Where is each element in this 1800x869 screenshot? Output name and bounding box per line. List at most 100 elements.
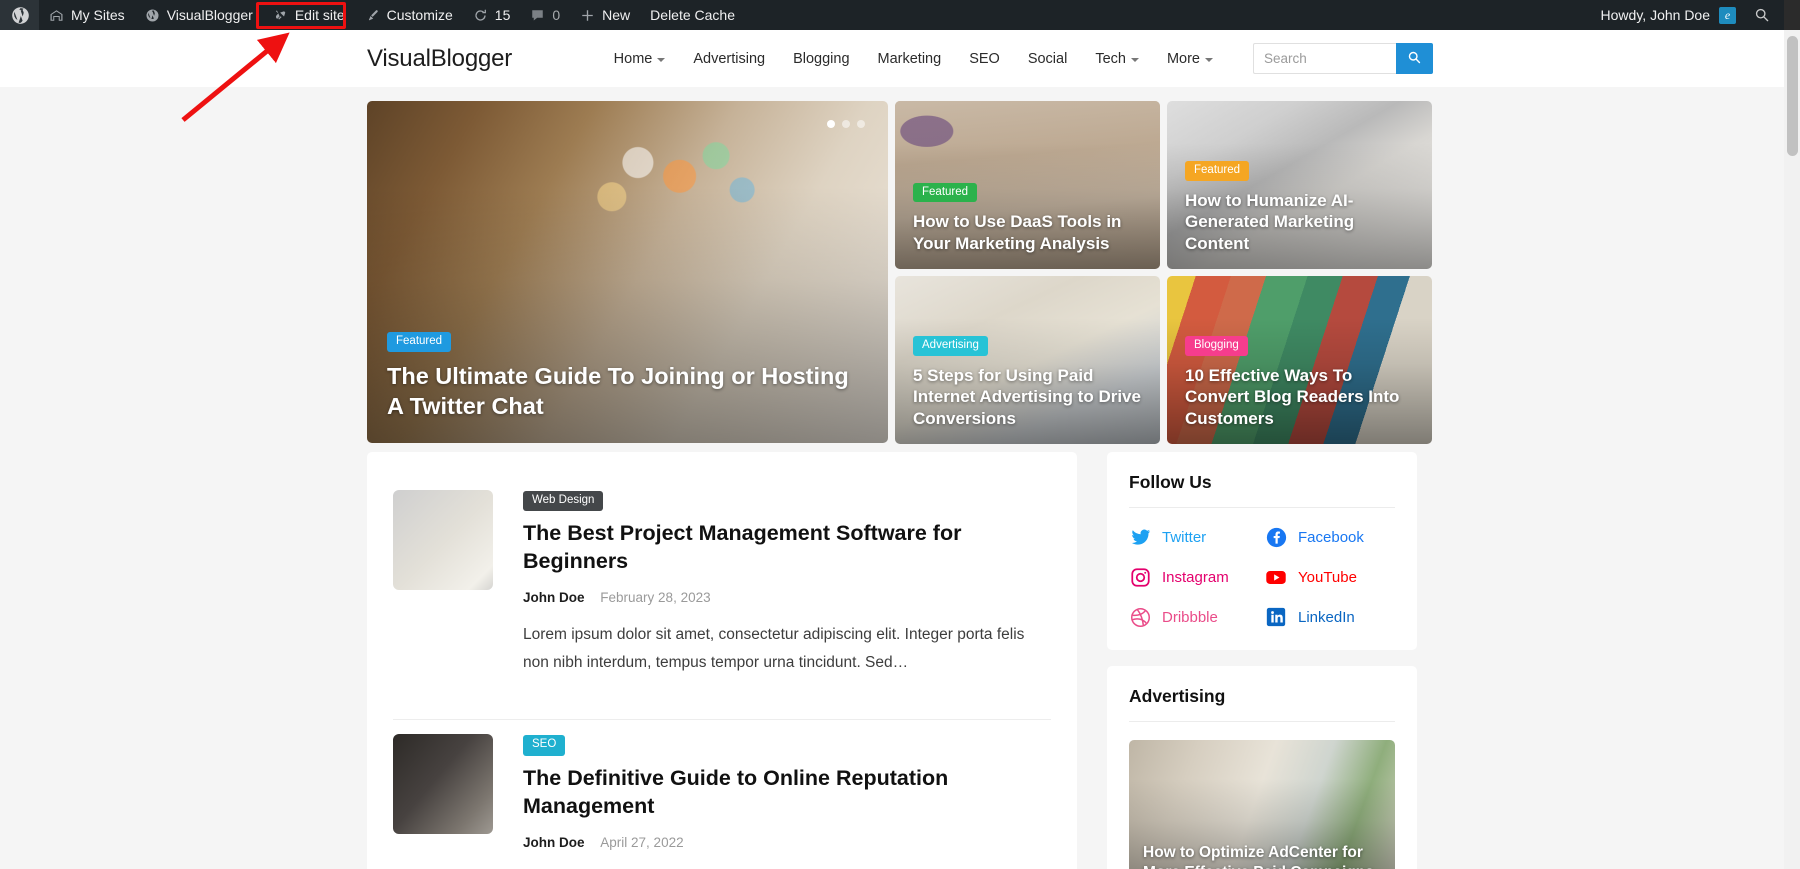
site-icon bbox=[145, 8, 160, 23]
featured-posts-grid: Featured The Ultimate Guide To Joining o… bbox=[367, 101, 1433, 444]
featured-slider-main[interactable]: Featured The Ultimate Guide To Joining o… bbox=[367, 101, 888, 443]
comment-bubble-icon bbox=[530, 8, 545, 23]
admin-bar-right-group: Howdy, John Doe e bbox=[1587, 0, 1800, 30]
badge-blogging[interactable]: Blogging bbox=[1185, 336, 1248, 356]
site-brand[interactable]: VisualBlogger bbox=[367, 45, 512, 73]
admin-bar-my-sites[interactable]: My Sites bbox=[39, 0, 135, 30]
nav-item-home[interactable]: Home bbox=[600, 51, 680, 67]
dribbble-icon bbox=[1129, 606, 1151, 628]
social-link-label: LinkedIn bbox=[1298, 608, 1355, 626]
featured-card-daas[interactable]: Featured How to Use DaaS Tools in Your M… bbox=[895, 101, 1160, 269]
featured-card-title[interactable]: How to Use DaaS Tools in Your Marketing … bbox=[913, 211, 1142, 254]
featured-card-ai-content[interactable]: Featured How to Humanize AI-Generated Ma… bbox=[1167, 101, 1432, 269]
slider-dot-1[interactable] bbox=[827, 120, 835, 128]
header-search bbox=[1253, 43, 1433, 74]
post-thumbnail[interactable] bbox=[393, 734, 493, 835]
chevron-down-icon bbox=[1205, 57, 1213, 62]
social-links: Twitter Facebook Instagram YouTube Dribb… bbox=[1129, 526, 1395, 628]
nav-item-social[interactable]: Social bbox=[1014, 51, 1082, 67]
widget-title: Follow Us bbox=[1129, 472, 1212, 492]
post-author[interactable]: John Doe bbox=[523, 835, 585, 850]
advertising-featured-card[interactable]: How to Optimize AdCenter for More Effect… bbox=[1129, 740, 1395, 869]
category-badge[interactable]: SEO bbox=[523, 735, 566, 756]
admin-bar-howdy[interactable]: Howdy, John Doe e bbox=[1587, 0, 1746, 30]
widget-follow-us: Follow Us Twitter Facebook Instagram You… bbox=[1107, 452, 1417, 650]
search-input[interactable] bbox=[1253, 43, 1396, 74]
admin-bar-delete-cache-label: Delete Cache bbox=[650, 7, 735, 23]
wordpress-logo-icon bbox=[11, 6, 30, 25]
social-link-label: Dribbble bbox=[1162, 608, 1218, 626]
slider-dot-3[interactable] bbox=[857, 120, 865, 128]
admin-bar-howdy-label: Howdy, John Doe bbox=[1600, 7, 1710, 23]
post-thumbnail[interactable] bbox=[393, 490, 493, 590]
nav-item-blogging[interactable]: Blogging bbox=[779, 51, 863, 67]
post-title[interactable]: The Best Project Management Software for… bbox=[523, 520, 1051, 576]
nav-item-more[interactable]: More bbox=[1153, 51, 1227, 67]
list-item: Web Design The Best Project Management S… bbox=[393, 476, 1051, 721]
pin-flag-icon bbox=[273, 8, 288, 23]
scrollbar-track-top[interactable] bbox=[1784, 0, 1800, 30]
category-badge[interactable]: Web Design bbox=[523, 491, 604, 512]
post-author[interactable]: John Doe bbox=[523, 590, 585, 605]
nav-item-advertising[interactable]: Advertising bbox=[679, 51, 779, 67]
featured-card-title[interactable]: 10 Effective Ways To Convert Blog Reader… bbox=[1185, 365, 1414, 429]
badge-featured[interactable]: Featured bbox=[387, 332, 452, 352]
admin-bar-site-name[interactable]: VisualBlogger bbox=[135, 0, 263, 30]
post-thumbnail-image bbox=[393, 490, 493, 590]
search-submit-button[interactable] bbox=[1396, 43, 1433, 74]
badge-advertising[interactable]: Advertising bbox=[913, 336, 988, 356]
social-link-facebook[interactable]: Facebook bbox=[1265, 526, 1395, 548]
search-icon bbox=[1754, 7, 1770, 23]
nav-item-blogging-label: Blogging bbox=[793, 50, 850, 67]
hero-main-title[interactable]: The Ultimate Guide To Joining or Hosting… bbox=[387, 361, 868, 421]
post-title[interactable]: The Definitive Guide to Online Reputatio… bbox=[523, 765, 1051, 821]
social-link-label: Instagram bbox=[1162, 568, 1229, 586]
social-link-twitter[interactable]: Twitter bbox=[1129, 526, 1259, 548]
admin-bar-edit-site-label: Edit site bbox=[294, 7, 345, 23]
plus-icon bbox=[580, 8, 595, 23]
post-list: Web Design The Best Project Management S… bbox=[367, 452, 1077, 869]
admin-bar-new[interactable]: New bbox=[570, 0, 640, 30]
badge-featured[interactable]: Featured bbox=[913, 182, 978, 203]
social-link-linkedin[interactable]: LinkedIn bbox=[1265, 606, 1395, 628]
chevron-down-icon bbox=[1130, 57, 1139, 62]
admin-bar-site-name-label: VisualBlogger bbox=[166, 7, 253, 23]
nav-item-seo[interactable]: SEO bbox=[955, 51, 1014, 67]
featured-card-title[interactable]: How to Humanize AI-Generated Marketing C… bbox=[1185, 190, 1414, 254]
post-excerpt: Lorem ipsum dolor sit amet, consectetur … bbox=[523, 625, 1025, 672]
admin-bar-updates[interactable]: 15 bbox=[463, 0, 521, 30]
divider bbox=[1129, 507, 1395, 508]
nav-item-marketing[interactable]: Marketing bbox=[864, 51, 956, 67]
featured-card-title[interactable]: 5 Steps for Using Paid Internet Advertis… bbox=[913, 365, 1142, 429]
slider-dot-2[interactable] bbox=[842, 120, 850, 128]
nav-item-tech[interactable]: Tech bbox=[1081, 51, 1153, 67]
social-link-youtube[interactable]: YouTube bbox=[1265, 566, 1395, 588]
badge-featured[interactable]: Featured bbox=[1185, 161, 1250, 181]
admin-bar-search-button[interactable] bbox=[1746, 0, 1784, 30]
admin-bar-comments-count: 0 bbox=[552, 7, 561, 23]
featured-card-convert-readers[interactable]: Blogging 10 Effective Ways To Convert Bl… bbox=[1167, 276, 1432, 444]
advertising-featured-title[interactable]: How to Optimize AdCenter for More Effect… bbox=[1129, 831, 1395, 869]
admin-bar-customize[interactable]: Customize bbox=[355, 0, 463, 30]
chevron-down-icon bbox=[657, 57, 666, 62]
admin-bar-my-sites-label: My Sites bbox=[71, 7, 125, 23]
dashboard-sites-icon bbox=[49, 8, 64, 23]
linkedin-icon bbox=[1265, 606, 1287, 628]
admin-bar-edit-site[interactable]: Edit site bbox=[263, 0, 355, 30]
nav-item-home-label: Home bbox=[613, 50, 653, 67]
scrollbar-thumb[interactable] bbox=[1787, 36, 1798, 156]
admin-bar-comments[interactable]: 0 bbox=[520, 0, 570, 30]
featured-cards-row-bottom: Advertising 5 Steps for Using Paid Inter… bbox=[895, 276, 1433, 444]
slider-dots bbox=[827, 120, 865, 128]
social-link-dribbble[interactable]: Dribbble bbox=[1129, 606, 1259, 628]
wordpress-logo-button[interactable] bbox=[0, 0, 39, 30]
primary-navigation: Home Advertising Blogging Marketing SEO … bbox=[600, 51, 1227, 67]
admin-bar-updates-count: 15 bbox=[494, 7, 511, 23]
nav-item-marketing-label: Marketing bbox=[877, 50, 942, 67]
featured-cards-row-top: Featured How to Use DaaS Tools in Your M… bbox=[895, 101, 1433, 269]
main-columns: Web Design The Best Project Management S… bbox=[367, 452, 1433, 869]
featured-card-paid-advertising[interactable]: Advertising 5 Steps for Using Paid Inter… bbox=[895, 276, 1160, 444]
nav-item-more-label: More bbox=[1166, 50, 1200, 67]
social-link-instagram[interactable]: Instagram bbox=[1129, 566, 1259, 588]
admin-bar-delete-cache[interactable]: Delete Cache bbox=[640, 0, 745, 30]
